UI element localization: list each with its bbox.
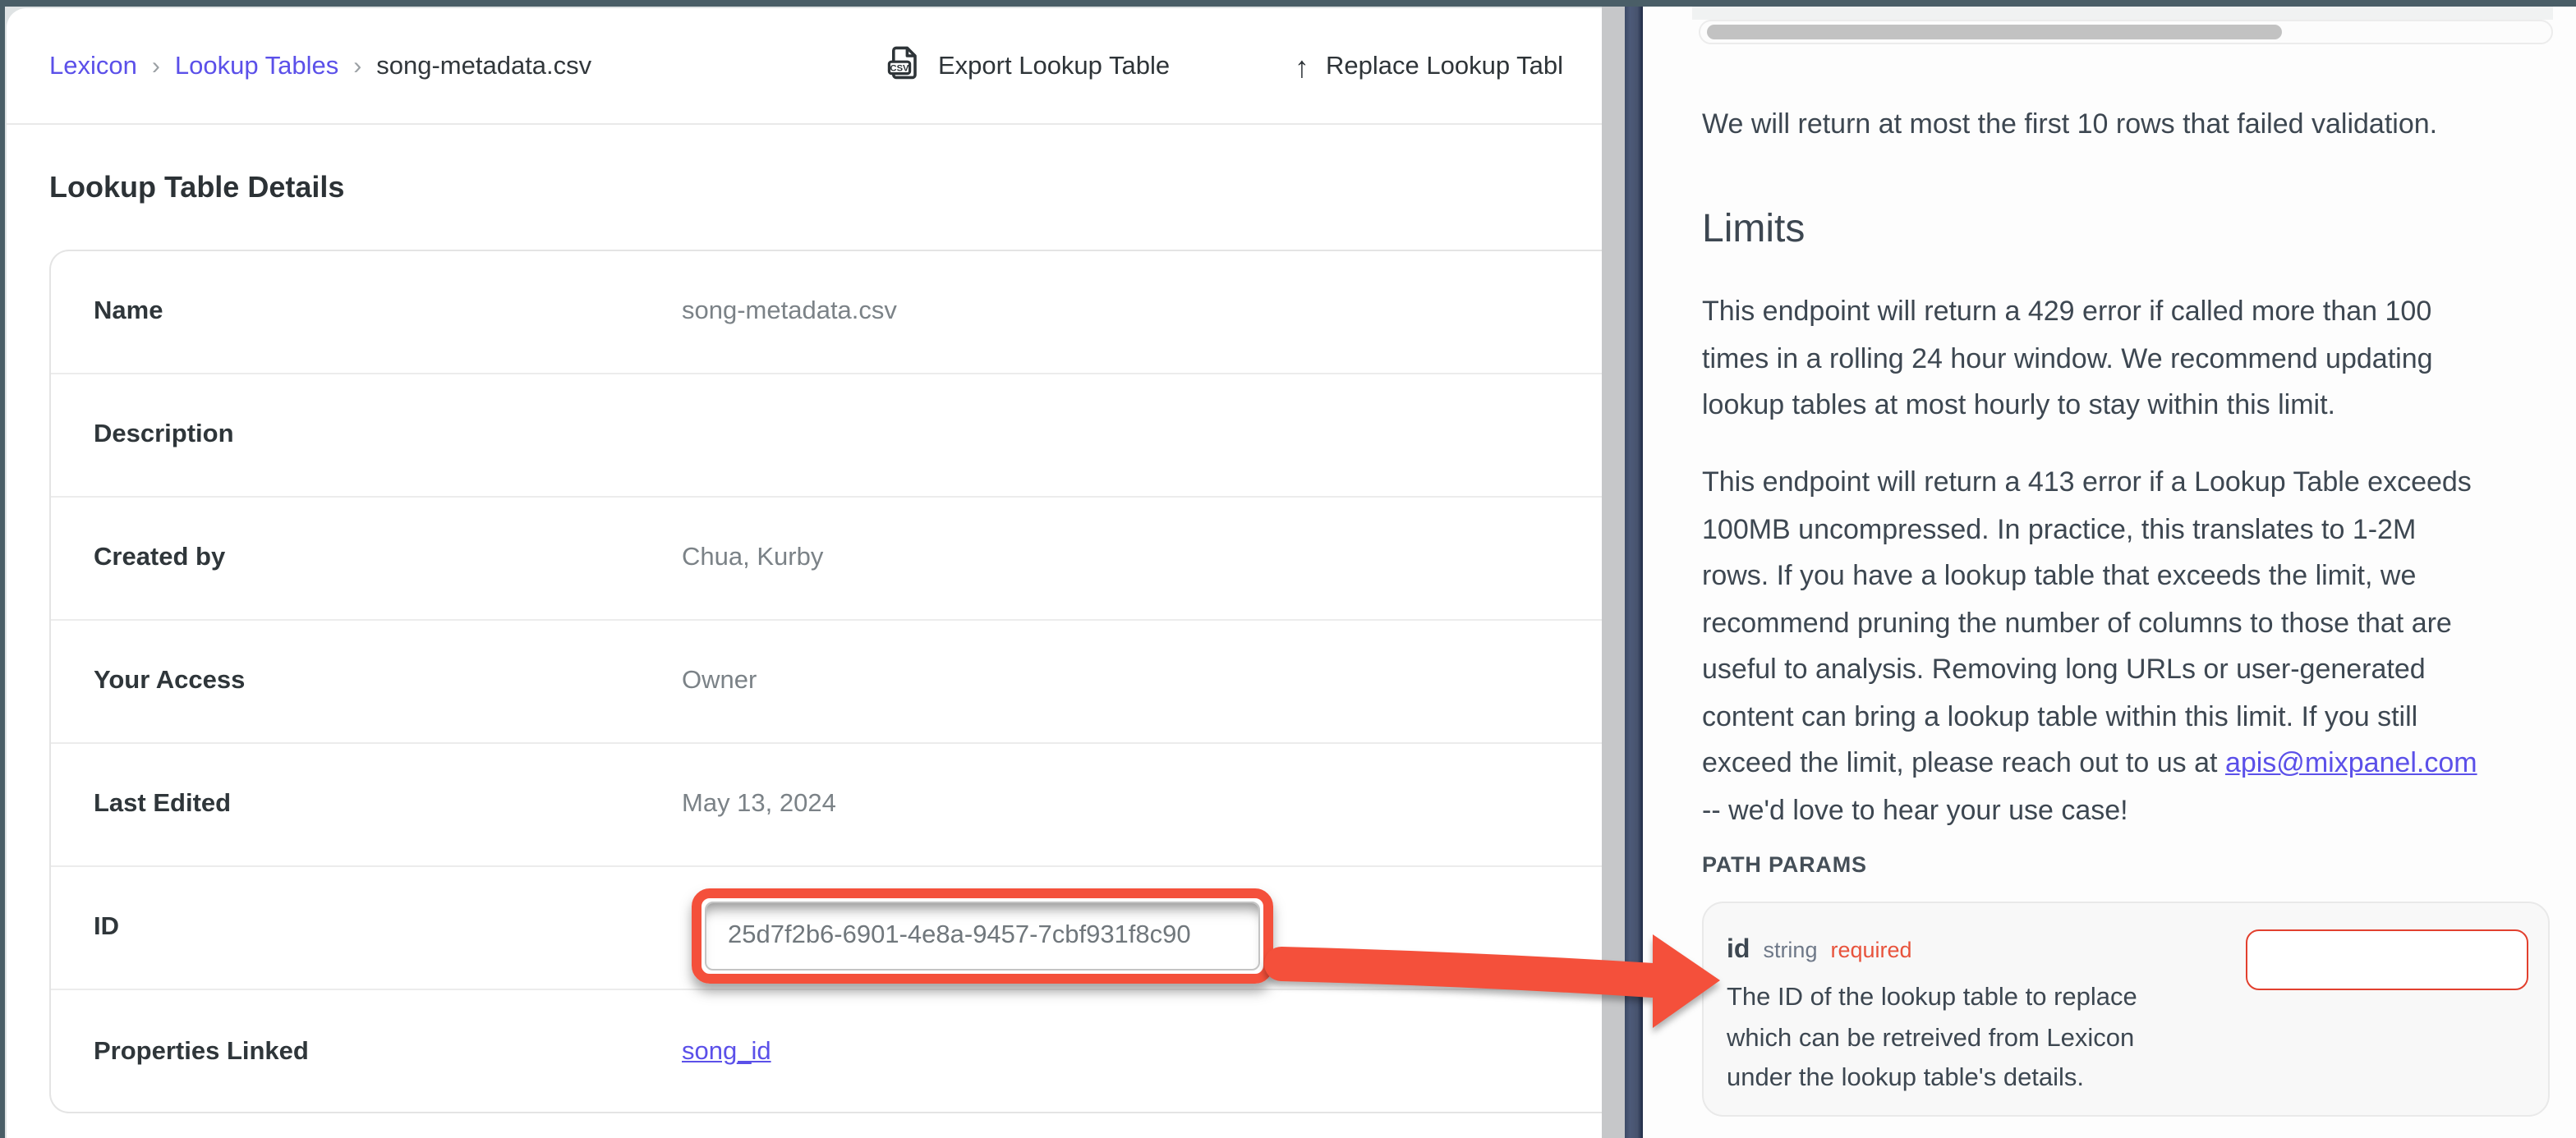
- limits-heading: Limits: [1702, 207, 1805, 253]
- song-id-property-link[interactable]: song_id: [682, 1037, 771, 1067]
- docs-top-band: [1692, 7, 2553, 20]
- breadcrumb-current-file: song-metadata.csv: [376, 52, 591, 81]
- row-label: Name: [51, 297, 682, 327]
- table-row-id: ID 25d7f2b6-6901-4e8a-9457-7cbf931f8c90: [51, 867, 1602, 990]
- window-divider-gray-bar: [1602, 0, 1625, 1138]
- breadcrumb-separator-icon: ›: [353, 53, 361, 80]
- lookup-table-id-value-box[interactable]: 25d7f2b6-6901-4e8a-9457-7cbf931f8c90: [705, 902, 1260, 971]
- horizontal-scrollbar-thumb[interactable]: [1707, 25, 2282, 39]
- table-row-created-by: Created by Chua, Kurby: [51, 498, 1602, 621]
- lookup-table-page: Lexicon › Lookup Tables › song-metadata.…: [7, 8, 1602, 1138]
- window-divider-navy-bar: [1625, 0, 1643, 1138]
- row-label: Your Access: [51, 667, 682, 696]
- table-row-your-access: Your Access Owner: [51, 621, 1602, 744]
- row-value: May 13, 2024: [682, 790, 836, 819]
- replace-lookup-table-button[interactable]: ↑ Replace Lookup Tabl: [1295, 8, 1563, 125]
- table-row-description: Description: [51, 374, 1602, 498]
- lookup-table-details-card: Name song-metadata.csv Description Creat…: [49, 250, 1602, 1113]
- row-value: song-metadata.csv: [682, 297, 897, 327]
- breadcrumb-lookup-tables-link[interactable]: Lookup Tables: [175, 52, 338, 81]
- export-lookup-table-button[interactable]: CSV Export Lookup Table: [887, 8, 1170, 125]
- table-row-properties-linked: Properties Linked song_id: [51, 990, 1602, 1113]
- row-label: Last Edited: [51, 790, 682, 819]
- csv-file-icon: CSV: [887, 44, 922, 89]
- breadcrumb-separator-icon: ›: [152, 53, 160, 80]
- horizontal-scrollbar-track[interactable]: [1699, 20, 2553, 44]
- row-label: Created by: [51, 544, 682, 573]
- table-row-last-edited: Last Edited May 13, 2024: [51, 744, 1602, 867]
- paragraph-text: -- we'd love to hear your use case!: [1702, 794, 2128, 825]
- replace-button-label: Replace Lookup Tabl: [1326, 52, 1563, 81]
- param-description: The ID of the lookup table to replace wh…: [1727, 979, 2203, 1099]
- svg-text:CSV: CSV: [890, 64, 909, 74]
- row-label: Description: [51, 420, 682, 450]
- path-params-section-label: PATH PARAMS: [1702, 852, 1867, 877]
- breadcrumb-lexicon-link[interactable]: Lexicon: [49, 52, 137, 81]
- window-chrome-left: [0, 0, 5, 1138]
- path-param-card: id string required The ID of the lookup …: [1702, 902, 2550, 1117]
- api-docs-panel: We will return at most the first 10 rows…: [1643, 0, 2576, 1138]
- row-value: Owner: [682, 667, 757, 696]
- limits-paragraph-2: This endpoint will return a 413 error if…: [1702, 460, 2477, 834]
- row-label: ID: [51, 913, 682, 943]
- paragraph-text: This endpoint will return a 413 error if…: [1702, 466, 2472, 778]
- screenshot-root: Lexicon › Lookup Tables › song-metadata.…: [0, 0, 2576, 1138]
- upload-arrow-icon: ↑: [1295, 52, 1309, 81]
- export-button-label: Export Lookup Table: [938, 52, 1170, 81]
- limits-paragraph-1: This endpoint will return a 429 error if…: [1702, 289, 2477, 429]
- apis-mixpanel-email-link[interactable]: apis@mixpanel.com: [2225, 747, 2477, 778]
- param-required-badge: required: [1830, 938, 1911, 962]
- param-type: string: [1763, 938, 1817, 962]
- table-row-name: Name song-metadata.csv: [51, 251, 1602, 374]
- page-title: Lookup Table Details: [49, 171, 344, 205]
- param-name: id: [1727, 936, 1750, 966]
- docs-intro-text: We will return at most the first 10 rows…: [1702, 102, 2576, 149]
- window-chrome-top: [0, 0, 2576, 7]
- page-header: Lexicon › Lookup Tables › song-metadata.…: [7, 8, 1602, 125]
- breadcrumb: Lexicon › Lookup Tables › song-metadata.…: [49, 8, 591, 125]
- row-value: Chua, Kurby: [682, 544, 823, 573]
- row-label: Properties Linked: [51, 1037, 682, 1067]
- param-id-input[interactable]: [2246, 929, 2528, 990]
